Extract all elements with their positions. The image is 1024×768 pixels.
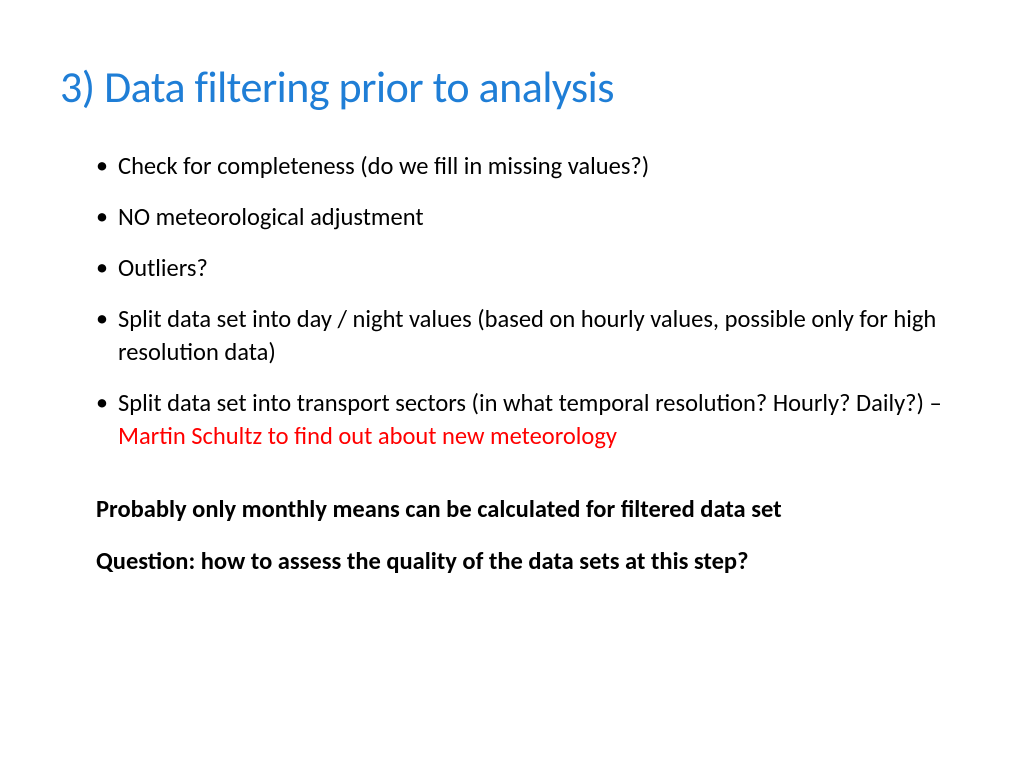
bullet-list: Check for completeness (do we fill in mi…: [60, 150, 964, 453]
note-paragraph: Probably only monthly means can be calcu…: [60, 493, 964, 526]
bullet-text-prefix: Split data set into transport sectors (i…: [118, 388, 942, 418]
bullet-text-highlight: Martin Schultz to find out about new met…: [118, 421, 617, 451]
bullet-item: NO meteorological adjustment: [96, 201, 964, 234]
bullet-item: Split data set into day / night values (…: [96, 303, 964, 369]
bullet-item: Outliers?: [96, 252, 964, 285]
slide-title: 3) Data filtering prior to analysis: [60, 60, 964, 114]
note-paragraph: Question: how to assess the quality of t…: [60, 545, 964, 578]
bullet-item: Check for completeness (do we fill in mi…: [96, 150, 964, 183]
bullet-item: Split data set into transport sectors (i…: [96, 387, 964, 453]
